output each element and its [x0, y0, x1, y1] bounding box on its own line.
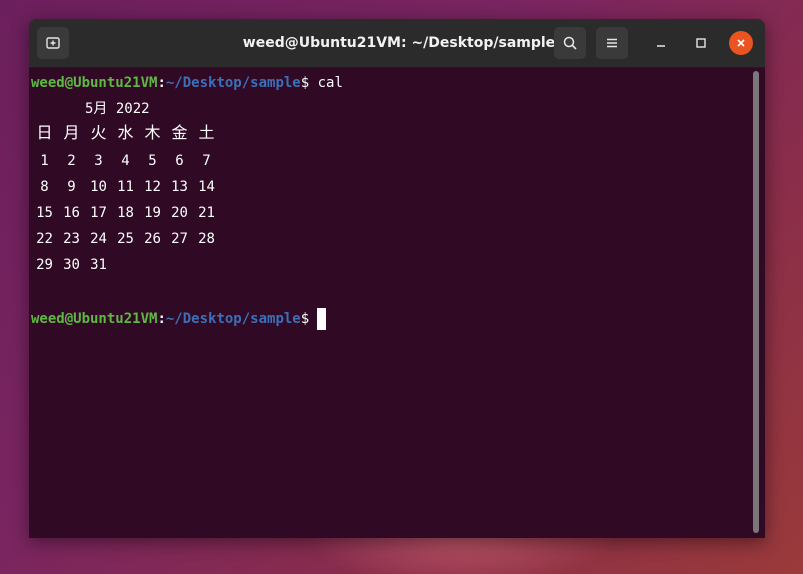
calendar-week: 15 16 17 18 19 20 21 [31, 200, 220, 226]
calendar-day: 6 [175, 153, 184, 169]
weekday-label: 木 [144, 123, 161, 142]
close-button[interactable] [729, 31, 753, 55]
calendar-day [193, 252, 220, 278]
calendar-day: 8 [40, 179, 49, 195]
weekday-label: 土 [198, 123, 215, 142]
prompt-dollar: $ [300, 75, 310, 91]
calendar-day: 3 [94, 153, 103, 169]
titlebar: weed@Ubuntu21VM: ~/Desktop/sample [29, 19, 765, 68]
calendar-day: 29 [36, 257, 53, 273]
calendar-day: 25 [117, 231, 134, 247]
new-tab-icon [46, 37, 60, 49]
minimize-button[interactable] [649, 31, 673, 55]
calendar-day: 22 [36, 231, 53, 247]
calendar-weekdays: 日 月 火 水 木 金 土 [31, 120, 220, 146]
text-cursor [317, 308, 327, 330]
search-icon [563, 36, 577, 50]
calendar-day: 15 [36, 205, 53, 221]
weekday-label: 月 [63, 123, 80, 142]
calendar-day: 12 [144, 179, 161, 195]
calendar-week: 1 2 3 4 5 6 7 [31, 148, 220, 174]
prompt-colon: : [157, 75, 166, 91]
prompt-user-host: weed@Ubuntu21VM [31, 311, 158, 327]
prompt-line-1: weed@Ubuntu21VM:~/Desktop/sample$ cal [31, 73, 343, 93]
calendar-day: 14 [198, 179, 215, 195]
calendar-day: 5 [148, 153, 157, 169]
hamburger-menu-icon [607, 38, 617, 48]
calendar-day: 24 [90, 231, 107, 247]
calendar-day: 19 [144, 205, 161, 221]
calendar-day: 10 [90, 179, 107, 195]
calendar-day: 26 [144, 231, 161, 247]
search-button[interactable] [554, 27, 586, 59]
minimize-icon [657, 45, 665, 47]
calendar-day: 2 [67, 153, 76, 169]
command-text: cal [309, 75, 343, 91]
calendar-day: 30 [63, 257, 80, 273]
weekday-label: 日 [36, 123, 53, 142]
calendar-week: 29 30 31 [31, 252, 220, 278]
prompt-path: ~/Desktop/sample [165, 75, 301, 91]
calendar-week: 22 23 24 25 26 27 28 [31, 226, 220, 252]
calendar-day: 18 [117, 205, 134, 221]
calendar-day: 31 [90, 257, 107, 273]
calendar-week: 8 9 10 11 12 13 14 [31, 174, 220, 200]
terminal-output[interactable]: weed@Ubuntu21VM:~/Desktop/sample$ cal 5月… [29, 68, 751, 538]
new-tab-button[interactable] [37, 27, 69, 59]
terminal-window: weed@Ubuntu21VM: ~/Desktop/sample weed@U… [29, 19, 765, 538]
calendar-day: 1 [40, 153, 49, 169]
weekday-label: 金 [171, 123, 188, 142]
calendar-day: 21 [198, 205, 215, 221]
calendar-day [166, 252, 193, 278]
calendar-day: 17 [90, 205, 107, 221]
calendar-day: 4 [121, 153, 130, 169]
calendar-day: 23 [63, 231, 80, 247]
maximize-icon [696, 38, 706, 48]
prompt-user-host: weed@Ubuntu21VM [31, 75, 158, 91]
calendar-header: 5月 2022 [85, 101, 150, 117]
window-title: weed@Ubuntu21VM: ~/Desktop/sample [242, 35, 556, 51]
prompt-dollar: $ [300, 311, 310, 327]
prompt-colon: : [157, 311, 166, 327]
prompt-path: ~/Desktop/sample [165, 311, 301, 327]
calendar-day: 9 [67, 179, 76, 195]
calendar-day: 7 [202, 153, 211, 169]
prompt-line-2: weed@Ubuntu21VM:~/Desktop/sample$ [31, 307, 327, 331]
calendar-day: 20 [171, 205, 188, 221]
scrollbar[interactable] [753, 71, 759, 533]
weekday-label: 水 [117, 123, 134, 142]
calendar-day: 13 [171, 179, 188, 195]
menu-button[interactable] [596, 27, 628, 59]
weekday-label: 火 [90, 123, 107, 142]
calendar-day: 11 [117, 179, 134, 195]
calendar-day: 27 [171, 231, 188, 247]
close-icon [737, 39, 745, 47]
calendar-day [139, 252, 166, 278]
calendar-day: 16 [63, 205, 80, 221]
calendar-day: 28 [198, 231, 215, 247]
maximize-button[interactable] [689, 31, 713, 55]
calendar-day [112, 252, 139, 278]
